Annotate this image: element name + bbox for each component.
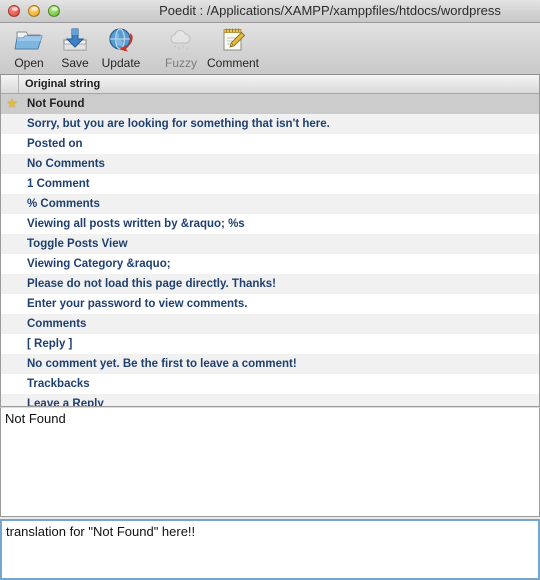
- comment-notepad-icon: [217, 25, 249, 55]
- star-glyph: ★: [7, 97, 17, 110]
- toolbar: Open Save Update Fuzzy Comment: [0, 23, 540, 75]
- table-row[interactable]: Enter your password to view comments.: [1, 294, 539, 314]
- original-string-cell: Viewing all posts written by &raquo; %s: [27, 218, 245, 230]
- open-folder-icon: [13, 25, 45, 55]
- star-placeholder: [1, 154, 23, 174]
- table-row[interactable]: Sorry, but you are looking for something…: [1, 114, 539, 134]
- table-row[interactable]: Viewing all posts written by &raquo; %s: [1, 214, 539, 234]
- star-placeholder: [1, 114, 23, 134]
- table-row[interactable]: [ Reply ]: [1, 334, 539, 354]
- open-button-label: Open: [14, 56, 44, 70]
- star-placeholder: [1, 194, 23, 214]
- star-placeholder: [1, 214, 23, 234]
- update-globe-icon: [105, 25, 137, 55]
- original-string-cell: No Comments: [27, 158, 105, 170]
- table-row[interactable]: Comments: [1, 314, 539, 334]
- original-string-cell: Trackbacks: [27, 378, 90, 390]
- star-placeholder: [1, 294, 23, 314]
- table-row[interactable]: Toggle Posts View: [1, 234, 539, 254]
- catalog-list[interactable]: Original string ★ Not Found Sorry, but you…: [0, 75, 540, 407]
- table-row[interactable]: % Comments: [1, 194, 539, 214]
- open-button[interactable]: Open: [6, 25, 52, 70]
- poedit-window: Poedit : /Applications/XAMPP/xamppfiles/…: [0, 0, 540, 580]
- window-controls: [0, 5, 60, 17]
- fuzzy-button-label: Fuzzy: [164, 56, 197, 70]
- original-string-cell: [ Reply ]: [27, 338, 73, 350]
- comment-button-label: Comment: [206, 56, 259, 70]
- star-placeholder: [1, 234, 23, 254]
- table-row[interactable]: Posted on: [1, 134, 539, 154]
- zoom-button[interactable]: [48, 5, 60, 17]
- table-row[interactable]: No comment yet. Be the first to leave a …: [1, 354, 539, 374]
- star-placeholder: [1, 274, 23, 294]
- star-placeholder: [1, 354, 23, 374]
- original-string-cell: 1 Comment: [27, 178, 90, 190]
- star-placeholder: [1, 314, 23, 334]
- star-placeholder: [1, 394, 23, 406]
- star-placeholder: [1, 174, 23, 194]
- comment-button[interactable]: Comment: [204, 25, 262, 70]
- column-header-original-string[interactable]: Original string: [19, 75, 539, 93]
- table-row[interactable]: No Comments: [1, 154, 539, 174]
- update-button-label: Update: [101, 56, 141, 70]
- fuzzy-cloud-icon: [165, 25, 197, 55]
- window-title: Poedit : /Applications/XAMPP/xamppfiles/…: [159, 3, 501, 18]
- list-header: Original string: [1, 75, 539, 94]
- original-string-cell: No comment yet. Be the first to leave a …: [27, 358, 297, 370]
- original-string-cell: Leave a Reply: [27, 398, 104, 406]
- list-body[interactable]: ★ Not Found Sorry, but you are looking for…: [1, 94, 539, 406]
- star-icon: ★: [1, 94, 23, 114]
- minimize-button[interactable]: [28, 5, 40, 17]
- original-string-cell: Sorry, but you are looking for something…: [27, 118, 330, 130]
- original-string-cell: Please do not load this page directly. T…: [27, 278, 277, 290]
- translation-input[interactable]: translation for "Not Found" here!!: [0, 519, 540, 580]
- save-disk-icon: [59, 25, 91, 55]
- table-row[interactable]: ★ Not Found: [1, 94, 539, 114]
- star-placeholder: [1, 254, 23, 274]
- star-placeholder: [1, 134, 23, 154]
- fuzzy-button[interactable]: Fuzzy: [158, 25, 204, 70]
- original-string-cell: Enter your password to view comments.: [27, 298, 248, 310]
- save-button-label: Save: [61, 56, 89, 70]
- source-string-field[interactable]: Not Found: [0, 407, 540, 517]
- star-placeholder: [1, 334, 23, 354]
- update-button[interactable]: Update: [98, 25, 144, 70]
- table-row[interactable]: Leave a Reply: [1, 394, 539, 406]
- table-row[interactable]: Please do not load this page directly. T…: [1, 274, 539, 294]
- table-row[interactable]: Viewing Category &raquo;: [1, 254, 539, 274]
- original-string-cell: % Comments: [27, 198, 100, 210]
- star-placeholder: [1, 374, 23, 394]
- title-bar: Poedit : /Applications/XAMPP/xamppfiles/…: [0, 0, 540, 23]
- original-string-cell: Posted on: [27, 138, 83, 150]
- column-header-star[interactable]: [1, 75, 19, 93]
- table-row[interactable]: Trackbacks: [1, 374, 539, 394]
- table-row[interactable]: 1 Comment: [1, 174, 539, 194]
- close-button[interactable]: [8, 5, 20, 17]
- original-string-cell: Toggle Posts View: [27, 238, 128, 250]
- original-string-cell: Viewing Category &raquo;: [27, 258, 171, 270]
- save-button[interactable]: Save: [52, 25, 98, 70]
- original-string-cell: Comments: [27, 318, 87, 330]
- original-string-cell: Not Found: [27, 98, 85, 110]
